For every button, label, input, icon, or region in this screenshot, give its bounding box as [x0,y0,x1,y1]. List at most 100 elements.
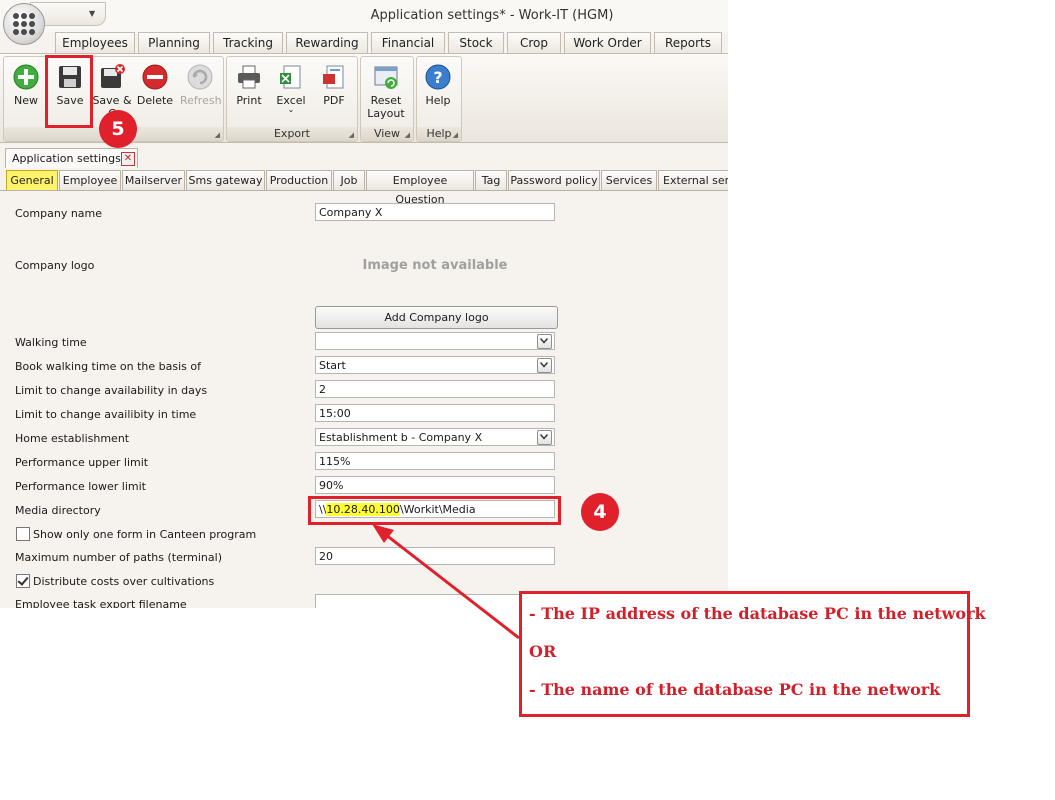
ribbon-group-export: Print Excel ⌄ PDF Export ◢ [226,56,358,142]
reset-layout-button[interactable]: Reset Layout ⌄ [366,61,406,133]
tab-sms-gateway[interactable]: Sms gateway [186,170,265,190]
excel-icon [280,65,301,89]
grid-dots-icon [13,13,35,35]
tab-tracking[interactable]: Tracking [213,32,283,53]
delete-icon [142,64,168,90]
tab-general[interactable]: General [6,170,58,190]
dialog-launcher-icon[interactable]: ◢ [405,131,410,139]
tab-planning[interactable]: Planning [138,32,210,53]
ribbon-tabs: Employees Planning Tracking Rewarding Fi… [0,32,728,54]
perf-upper-label: Performance upper limit [15,456,149,469]
tab-stock[interactable]: Stock [448,32,504,53]
print-button-label: Print [236,94,262,107]
distribute-costs-checkbox[interactable] [16,574,30,588]
chevron-down-icon: ⌄ [287,105,295,114]
tab-crop[interactable]: Crop [507,32,561,53]
step-badge-media: 4 [581,493,619,531]
callout-line-2: OR [529,642,557,661]
help-button-label: Help [425,94,451,107]
callout-line-3: - The name of the database PC in the net… [529,680,941,699]
company-name-field[interactable]: Company X [315,203,555,221]
book-walking-time-select[interactable]: Start [315,356,555,374]
refresh-button[interactable]: Refresh [180,61,222,107]
tab-services[interactable]: Services [601,170,657,190]
callout-line-1: - The IP address of the database PC in t… [529,604,986,623]
delete-button-label: Delete [136,94,174,107]
refresh-button-label: Refresh [180,94,222,107]
task-export-label: Employee task export filename [15,598,187,608]
pdf-button[interactable]: PDF [314,61,354,107]
perf-lower-field[interactable]: 90% [315,476,555,494]
chevron-down-icon[interactable] [537,334,552,349]
tab-mailserver[interactable]: Mailserver [122,170,185,190]
add-icon [13,64,39,90]
company-name-label: Company name [15,207,103,220]
tab-reports[interactable]: Reports [654,32,722,53]
max-paths-label: Maximum number of paths (terminal) [15,551,222,564]
print-button[interactable]: Print [229,61,269,107]
limit-time-label: Limit to change availibity in time [15,408,197,421]
help-button[interactable]: ? Help [418,61,458,107]
ribbon-group-view: Reset Layout ⌄ View ◢ [360,56,414,142]
tab-production[interactable]: Production [266,170,332,190]
delete-button[interactable]: Delete [135,61,175,107]
tab-work-order[interactable]: Work Order [564,32,651,53]
chevron-down-icon[interactable] [537,358,552,373]
document-tab[interactable]: Application settings* ✕ [5,148,138,168]
pdf-icon [323,65,344,89]
dialog-launcher-icon[interactable]: ◢ [215,131,220,139]
printer-icon [238,65,260,89]
tab-password-policy[interactable]: Password policy [508,170,600,190]
distribute-costs-label: Distribute costs over cultivations [33,575,215,588]
app-menu-button[interactable] [3,3,45,45]
reset-layout-label-2: Layout [367,107,405,120]
limit-time-field[interactable]: 15:00 [315,404,555,422]
reset-layout-label: Reset [370,94,402,107]
instruction-callout: - The IP address of the database PC in t… [519,591,986,717]
perf-upper-field[interactable]: 115% [315,452,555,470]
add-company-logo-button[interactable]: Add Company logo [315,306,558,329]
chevron-down-icon[interactable] [537,430,552,445]
close-icon[interactable]: ✕ [121,152,135,166]
media-directory-highlight-box [308,496,561,525]
tab-external-services[interactable]: External serv [658,170,728,190]
media-directory-label: Media directory [15,504,101,517]
settings-tabs: General Employee Mailserver Sms gateway … [0,168,728,206]
book-walking-time-label: Book walking time on the basis of [15,360,201,373]
tab-financial[interactable]: Financial [371,32,445,53]
home-establishment-label: Home establishment [15,432,130,445]
dialog-launcher-icon[interactable]: ◢ [349,131,354,139]
pdf-button-label: PDF [323,94,345,107]
company-logo-placeholder: Image not available [362,258,508,273]
excel-button[interactable]: Excel ⌄ [271,61,311,114]
walking-time-select[interactable] [315,332,555,350]
canteen-one-form-label: Show only one form in Canteen program [33,528,257,541]
dialog-launcher-icon[interactable]: ◢ [453,131,458,139]
tab-tag[interactable]: Tag [475,170,507,190]
save-and-close-label: Save & [92,94,132,107]
home-establishment-select[interactable]: Establishment b - Company X [315,428,555,446]
company-logo-label: Company logo [15,259,95,272]
ribbon-group-help: ? Help Help ◢ [416,56,462,142]
new-button-label: New [14,94,38,107]
save-close-icon [101,64,125,88]
refresh-icon [187,64,213,90]
save-highlight-box [45,55,93,128]
tab-employee[interactable]: Employee [59,170,121,190]
window-title: Application settings* - Work-IT (HGM) [370,8,614,23]
reset-layout-icon [374,66,398,89]
title-bar: ▼ Application settings* - Work-IT (HGM) [0,0,728,32]
tab-job[interactable]: Job [333,170,365,190]
canteen-one-form-checkbox[interactable] [16,527,30,541]
limit-days-field[interactable]: 2 [315,380,555,398]
svg-text:?: ? [433,68,442,87]
home-establishment-value: Establishment b - Company X [319,431,483,444]
ribbon-group-export-label: Export [227,127,357,141]
tab-rewarding[interactable]: Rewarding [286,32,368,53]
perf-lower-label: Performance lower limit [15,480,146,493]
document-tab-label: Application settings* [12,152,127,165]
new-button[interactable]: New [6,61,46,107]
tab-employees[interactable]: Employees [55,32,135,53]
max-paths-field[interactable]: 20 [315,547,555,565]
tab-employee-question[interactable]: Employee Question [366,170,474,206]
